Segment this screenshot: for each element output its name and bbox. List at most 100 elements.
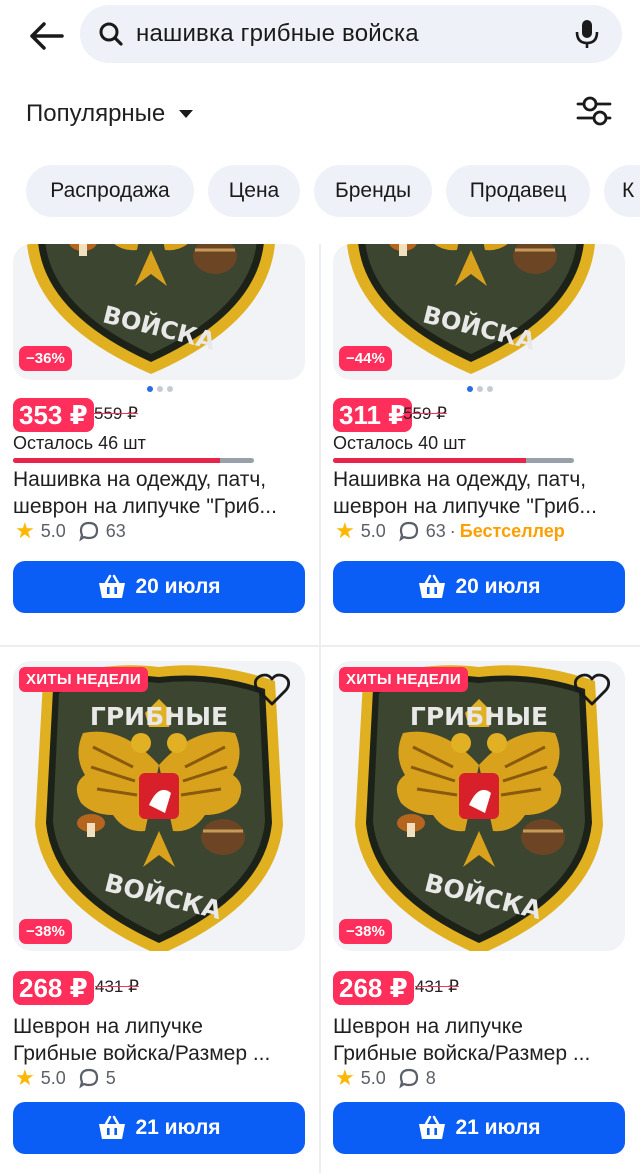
- product-grid: ВОЙСКА −36% 353 ₽ 559 ₽ Осталось 46 шт Н…: [0, 244, 640, 1173]
- add-to-cart-button[interactable]: 20 июля: [13, 561, 305, 613]
- search-input[interactable]: нашивка грибные войска: [80, 5, 622, 63]
- caret-down-icon: [179, 110, 194, 118]
- price-badge: 353 ₽: [13, 398, 94, 432]
- rating-value: 5.0: [360, 1067, 386, 1088]
- rating-value: 5.0: [40, 520, 66, 541]
- row-divider: [0, 645, 640, 647]
- hits-of-week-badge: ХИТЫ НЕДЕЛИ: [19, 667, 148, 692]
- price-badge: 268 ₽: [333, 971, 414, 1005]
- discount-badge: −38%: [19, 919, 72, 944]
- old-price: 559 ₽: [403, 404, 447, 423]
- delivery-date: 20 июля: [135, 575, 221, 598]
- star-icon: ★: [15, 518, 35, 543]
- price-badge: 311 ₽: [333, 398, 413, 432]
- back-button[interactable]: [22, 14, 70, 58]
- stock-left: Осталось 40 шт: [333, 433, 466, 453]
- stock-progress-fill: [333, 458, 526, 463]
- patch-text-top: ГРИБНЫЕ: [410, 702, 548, 731]
- basket-icon: [419, 1115, 446, 1139]
- chip-price[interactable]: Цена: [208, 165, 300, 217]
- title-line-1: Нашивка на одежду, патч,: [13, 468, 267, 491]
- patch-text-top: ГРИБНЫЕ: [90, 702, 228, 731]
- title-line-2: Грибные войска/Размер ...: [333, 1042, 591, 1065]
- basket-icon: [419, 574, 446, 598]
- search-icon: [99, 22, 123, 46]
- title-line-2: шеврон на липучке "Гриб...: [333, 495, 597, 518]
- rating-row: ★ 5.0 63: [15, 520, 126, 542]
- reviews-count: 63: [105, 520, 126, 541]
- basket-icon: [99, 1115, 126, 1139]
- product-card[interactable]: ГРИБНЫЕ ВОЙСКА ХИТЫ НЕДЕЛИ −38% 268 ₽ 43…: [13, 661, 319, 1173]
- sort-dropdown[interactable]: Популярные: [26, 100, 194, 128]
- heart-icon[interactable]: [253, 673, 291, 707]
- reviews-count: 8: [425, 1067, 436, 1088]
- title-line-2: Грибные войска/Размер ...: [13, 1042, 271, 1065]
- rating-row: ★ 5.0 8: [335, 1067, 436, 1089]
- delivery-date: 20 июля: [455, 575, 541, 598]
- product-image[interactable]: ВОЙСКА −44%: [333, 244, 625, 380]
- stock-progress: [13, 458, 254, 463]
- rating-value: 5.0: [40, 1067, 66, 1088]
- chip-brands[interactable]: Бренды: [314, 165, 432, 217]
- old-price: 431 ₽: [95, 977, 139, 996]
- discount-badge: −36%: [19, 346, 72, 371]
- reviews-count: 5: [105, 1067, 116, 1088]
- add-to-cart-button[interactable]: 21 июля: [13, 1102, 305, 1154]
- chip-more[interactable]: К: [604, 165, 640, 217]
- title-line-1: Нашивка на одежду, патч,: [333, 468, 587, 491]
- top-bar: нашивка грибные войска: [0, 0, 640, 72]
- product-title[interactable]: Шеврон на липучке Грибные войска/Размер …: [333, 1013, 633, 1067]
- product-title[interactable]: Нашивка на одежду, патч, шеврон на липуч…: [13, 466, 313, 520]
- old-price: 431 ₽: [415, 977, 459, 996]
- heart-icon[interactable]: [573, 673, 611, 707]
- separator-dot: ·: [449, 520, 456, 541]
- rating-row: ★ 5.0 63 · Бестселлер: [335, 520, 565, 542]
- column-divider: [319, 244, 321, 1173]
- product-title[interactable]: Шеврон на липучке Грибные войска/Размер …: [13, 1013, 313, 1067]
- search-query: нашивка грибные войска: [136, 20, 419, 47]
- discount-badge: −38%: [339, 919, 392, 944]
- product-card[interactable]: ГРИБНЫЕ ВОЙСКА ХИТЫ НЕДЕЛИ −38% 268 ₽ 43…: [333, 661, 639, 1173]
- reviews-count: 63: [425, 520, 446, 541]
- star-icon: ★: [335, 518, 355, 543]
- bestseller-badge: Бестселлер: [459, 520, 565, 541]
- microphone-icon[interactable]: [574, 18, 600, 50]
- filter-chips: Распродажа Цена Бренды Продавец К: [0, 156, 640, 244]
- old-price: 559 ₽: [94, 404, 138, 423]
- comment-icon: [79, 1068, 98, 1089]
- product-title[interactable]: Нашивка на одежду, патч, шеврон на липуч…: [333, 466, 633, 520]
- product-card[interactable]: ВОЙСКА −44% 311 ₽ 559 ₽ Осталось 40 шт Н…: [333, 244, 639, 644]
- arrow-left-icon: [30, 22, 64, 50]
- image-pager-dots: [467, 386, 493, 392]
- star-icon: ★: [15, 1065, 35, 1090]
- star-icon: ★: [335, 1065, 355, 1090]
- title-line-1: Шеврон на липучке: [13, 1015, 203, 1038]
- price-badge: 268 ₽: [13, 971, 94, 1005]
- add-to-cart-button[interactable]: 20 июля: [333, 561, 625, 613]
- filter-settings-icon[interactable]: [576, 94, 612, 128]
- hits-of-week-badge: ХИТЫ НЕДЕЛИ: [339, 667, 468, 692]
- title-line-2: шеврон на липучке "Гриб...: [13, 495, 277, 518]
- image-pager-dots: [147, 386, 173, 392]
- product-image[interactable]: ВОЙСКА −36%: [13, 244, 305, 380]
- product-card[interactable]: ВОЙСКА −36% 353 ₽ 559 ₽ Осталось 46 шт Н…: [13, 244, 319, 644]
- rating-row: ★ 5.0 5: [15, 1067, 116, 1089]
- comment-icon: [79, 521, 98, 542]
- product-image[interactable]: ГРИБНЫЕ ВОЙСКА ХИТЫ НЕДЕЛИ −38%: [13, 661, 305, 951]
- comment-icon: [399, 521, 418, 542]
- discount-badge: −44%: [339, 346, 392, 371]
- rating-value: 5.0: [360, 520, 386, 541]
- comment-icon: [399, 1068, 418, 1089]
- chip-seller[interactable]: Продавец: [446, 165, 590, 217]
- basket-icon: [99, 574, 126, 598]
- product-image[interactable]: ГРИБНЫЕ ВОЙСКА ХИТЫ НЕДЕЛИ −38%: [333, 661, 625, 951]
- add-to-cart-button[interactable]: 21 июля: [333, 1102, 625, 1154]
- chip-sale[interactable]: Распродажа: [26, 165, 194, 217]
- title-line-1: Шеврон на липучке: [333, 1015, 523, 1038]
- stock-left: Осталось 46 шт: [13, 433, 146, 453]
- stock-progress: [333, 458, 574, 463]
- delivery-date: 21 июля: [455, 1116, 541, 1139]
- sort-bar: Популярные: [0, 72, 640, 156]
- stock-progress-fill: [13, 458, 221, 463]
- delivery-date: 21 июля: [135, 1116, 221, 1139]
